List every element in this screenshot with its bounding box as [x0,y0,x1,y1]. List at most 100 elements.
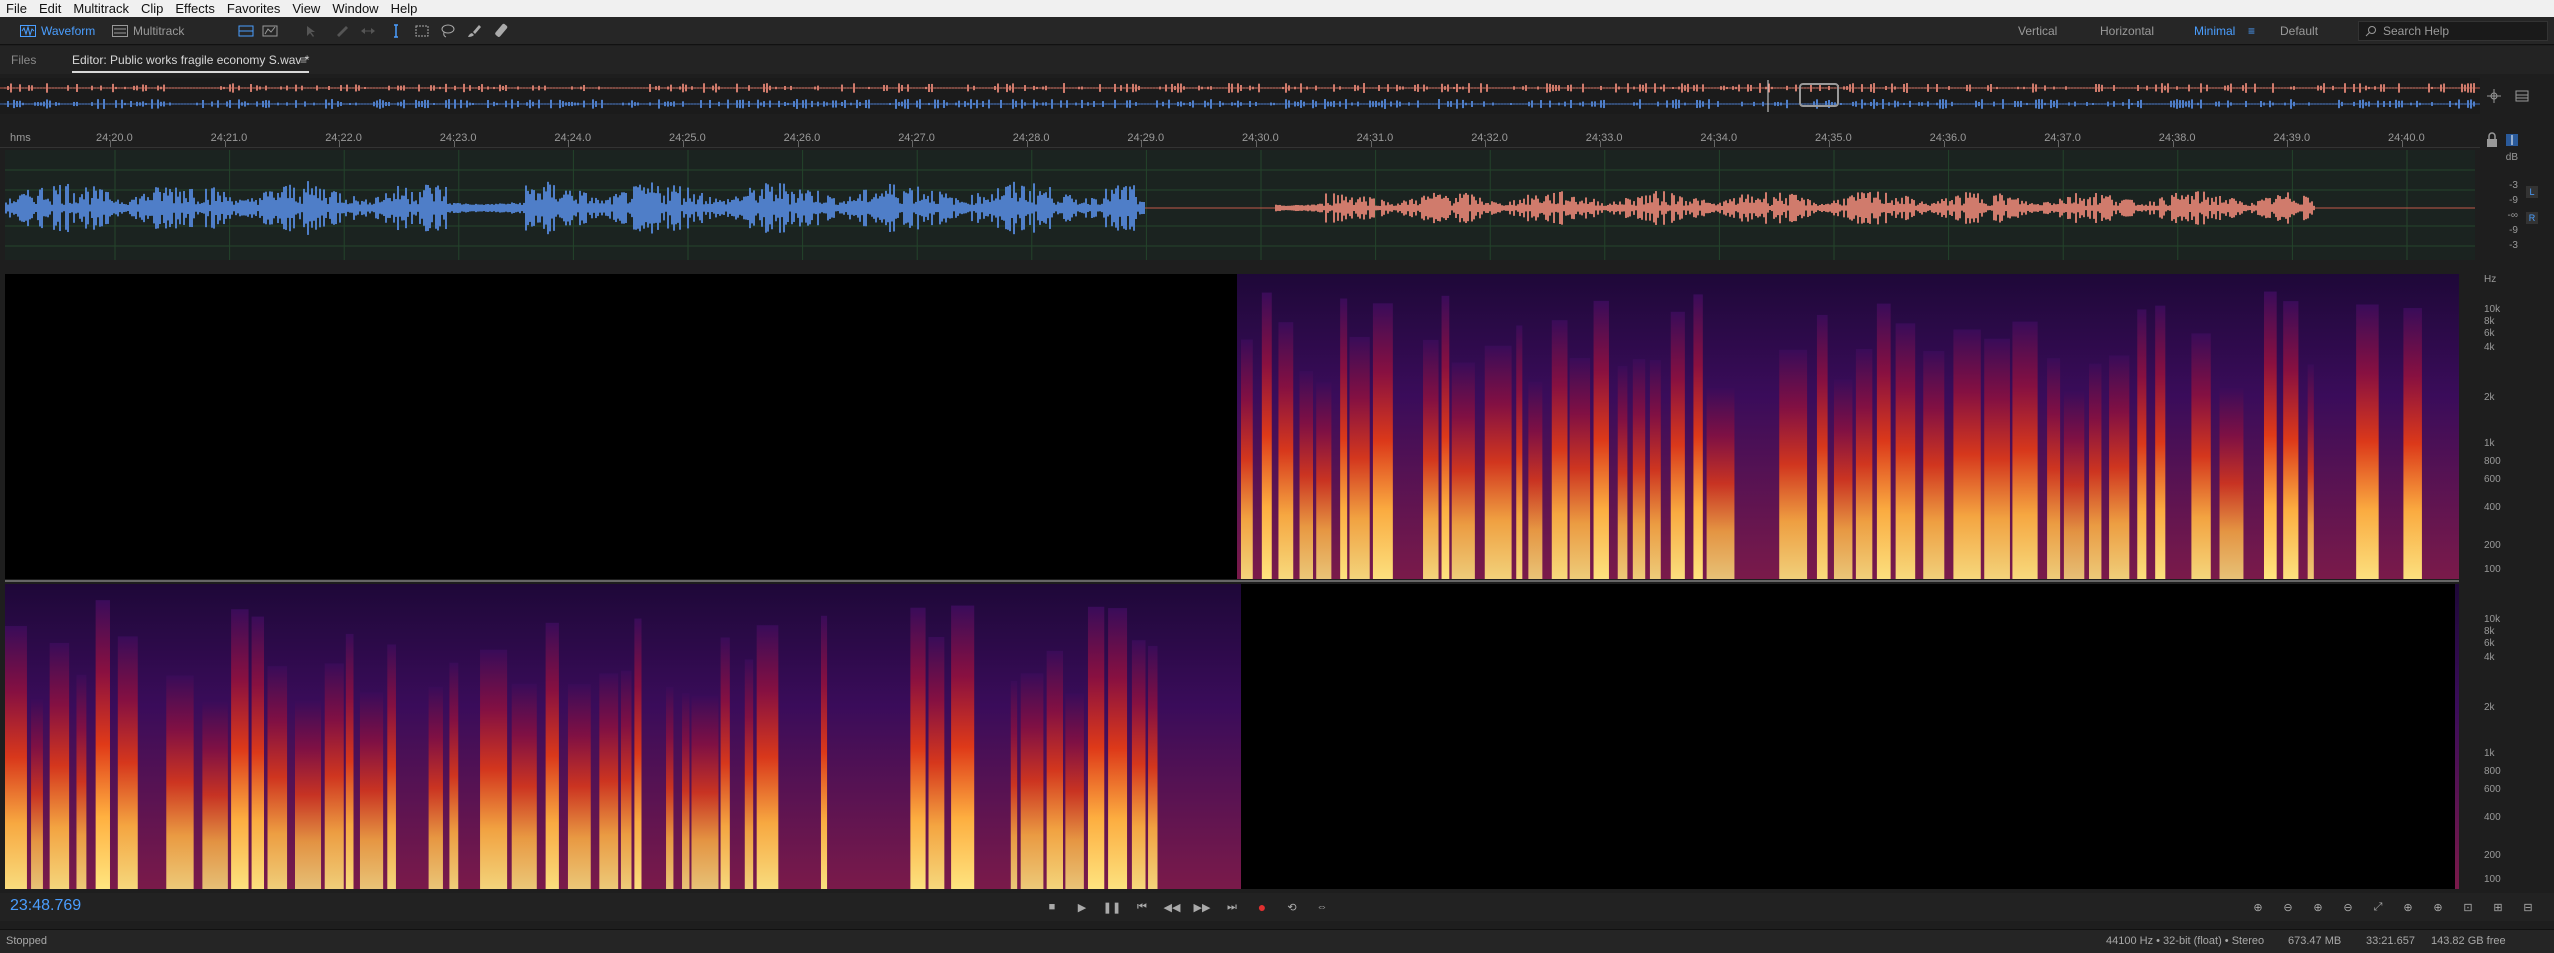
menu-multitrack[interactable]: Multitrack [67,0,135,17]
ruler-tick-mark [1370,141,1372,147]
ruler-tick-label: 24:33.0 [1585,132,1623,144]
ruler-tick-label: 24:26.0 [783,132,821,144]
razor-tool-icon[interactable] [334,23,350,39]
waveform-display[interactable] [5,150,2475,260]
move-tool-icon[interactable] [304,23,320,39]
zoom-in-amplitude-icon[interactable]: ⊕ [2250,899,2266,915]
ruler-tick-label: 24:22.0 [325,132,362,144]
time-ruler[interactable]: hms 24:20.0 24:21.0 24:22.0 24:23.0 24:24.0 2… [0,126,2480,148]
pause-button[interactable]: ❚❚ [1103,899,1121,915]
lock-icon[interactable] [2484,132,2500,148]
zoom-in-at-end-icon[interactable]: ⊕ [2430,899,2446,915]
ruler-tick-mark [2402,141,2403,147]
waveform-icon [20,25,36,37]
waveform-graphic [5,150,2475,260]
multitrack-view-button[interactable]: Multitrack [106,21,190,41]
zoom-tracks-icon[interactable]: ⊟ [2520,899,2536,915]
hz-tick: 800 [2484,456,2501,467]
ruler-tick-mark [568,141,570,147]
waveform-view-button[interactable]: Waveform [14,21,101,41]
ruler-tick-mark [1256,141,1257,147]
workspace-default[interactable]: Default [2280,24,2318,38]
play-button[interactable]: ▶ [1074,899,1090,915]
transport-bar: 23:48.769 ■ ▶ ❚❚ ⏮ ◀◀ ▶▶ ⏭ ● ⟲ ⇔ ⊕ ⊖ ⊕ ⊖… [0,893,2554,921]
zoom-navigator-icon[interactable] [2486,88,2502,104]
slip-tool-icon[interactable] [360,23,376,39]
skip-to-end-button[interactable]: ⏭ [1224,899,1240,915]
spot-healing-tool-icon[interactable] [494,23,510,39]
ruler-tick-label: 24:37.0 [2044,132,2081,144]
zoom-to-selection-icon[interactable]: ⊞ [2490,899,2506,915]
ruler-tick-label: 24:25.0 [669,132,706,144]
channel-divider[interactable] [5,580,2459,582]
hz-tick: 4k [2484,652,2495,663]
tab-files[interactable]: Files [11,53,36,67]
hz-tick: 2k [2484,702,2495,713]
loop-playback-button[interactable]: ⟲ [1284,899,1300,915]
skip-to-start-button[interactable]: ⏮ [1134,899,1150,915]
spectrogram-left-channel[interactable] [5,274,2459,579]
menu-edit[interactable]: Edit [33,0,67,17]
spectral-frequency-icon[interactable] [262,23,278,39]
hz-tick: 400 [2484,502,2501,513]
menu-file[interactable]: File [0,0,33,17]
zoom-out-full-icon[interactable]: ⤢ [2370,899,2386,915]
file-duration: 33:21.657 [2366,935,2415,947]
stop-button[interactable]: ■ [1044,899,1060,915]
tab-editor[interactable]: Editor: Public works fragile economy S.w… [72,53,310,73]
zoom-in-time-icon[interactable]: ⊕ [2310,899,2326,915]
workspace-vertical[interactable]: Vertical [2018,24,2057,38]
marker-icon[interactable] [2504,132,2520,148]
ruler-tick-label: 24:35.0 [1815,132,1852,144]
search-help-field[interactable]: Search Help [2358,21,2548,41]
menu-view[interactable]: View [286,0,326,17]
ruler-tick-mark [1599,141,1601,147]
panel-menu-icon[interactable]: ≡ [300,53,307,67]
spectral-display-icon[interactable] [238,23,254,39]
multitrack-label: Multitrack [133,24,185,38]
rewind-button[interactable]: ◀◀ [1164,899,1181,915]
menu-favorites[interactable]: Favorites [221,0,286,17]
time-selection-tool-icon[interactable] [388,23,404,39]
workspace-menu-icon[interactable]: ≡ [2248,24,2255,38]
menu-window[interactable]: Window [326,0,384,17]
status-bar: Stopped 44100 Hz • 32-bit (float) • Ster… [0,929,2554,953]
db-label: dB [2505,152,2518,163]
record-button[interactable]: ● [1254,899,1270,915]
spectrogram-right-graphic [5,584,2459,889]
ruler-tick-mark [1485,141,1487,147]
zoom-out-amplitude-icon[interactable]: ⊖ [2280,899,2296,915]
toolbar: Waveform Multitrack Vertical Horizontal … [0,17,2554,45]
hz-tick: 600 [2484,474,2501,485]
db-scale: dB -3 -9 -∞ -9 -3 [2478,150,2522,265]
brush-tool-icon[interactable] [466,23,482,39]
zoom-in-at-start-icon[interactable]: ⊕ [2400,899,2416,915]
skip-selection-button[interactable]: ⇔ [1314,899,1330,915]
menu-clip[interactable]: Clip [135,0,169,17]
marquee-tool-icon[interactable] [414,23,430,39]
menu-effects[interactable]: Effects [169,0,221,17]
current-time-display[interactable]: 23:48.769 [10,897,81,915]
panel-toggle-icon[interactable] [2514,88,2530,104]
spectrogram-right-channel[interactable] [5,584,2459,889]
search-icon [2365,26,2376,37]
right-channel-toggle[interactable]: R [2526,212,2538,224]
menu-help[interactable]: Help [385,0,424,17]
db-tick: -3 [2509,240,2518,251]
overview-waveform[interactable] [0,78,2480,114]
workspace-minimal[interactable]: Minimal [2194,24,2235,38]
zoom-selection-icon[interactable]: ⊡ [2460,899,2476,915]
hz-scale-left: Hz 10k 8k 6k 4k 2k 1k 800 600 400 200 10… [2476,274,2526,579]
ruler-tick-label: 24:27.0 [898,132,935,144]
zoom-out-time-icon[interactable]: ⊖ [2340,899,2356,915]
fast-forward-button[interactable]: ▶▶ [1194,899,1211,915]
hz-tick: 6k [2484,638,2495,649]
lasso-tool-icon[interactable] [440,23,456,39]
waveform-label: Waveform [41,24,96,38]
ruler-tick-label: 24:31.0 [1356,132,1394,144]
left-channel-toggle[interactable]: L [2526,186,2538,198]
workspace-horizontal[interactable]: Horizontal [2100,24,2154,38]
hz-tick: 10k [2484,614,2501,625]
db-tick: -3 [2509,180,2518,191]
ruler-tick-label: 24:21.0 [210,132,248,144]
